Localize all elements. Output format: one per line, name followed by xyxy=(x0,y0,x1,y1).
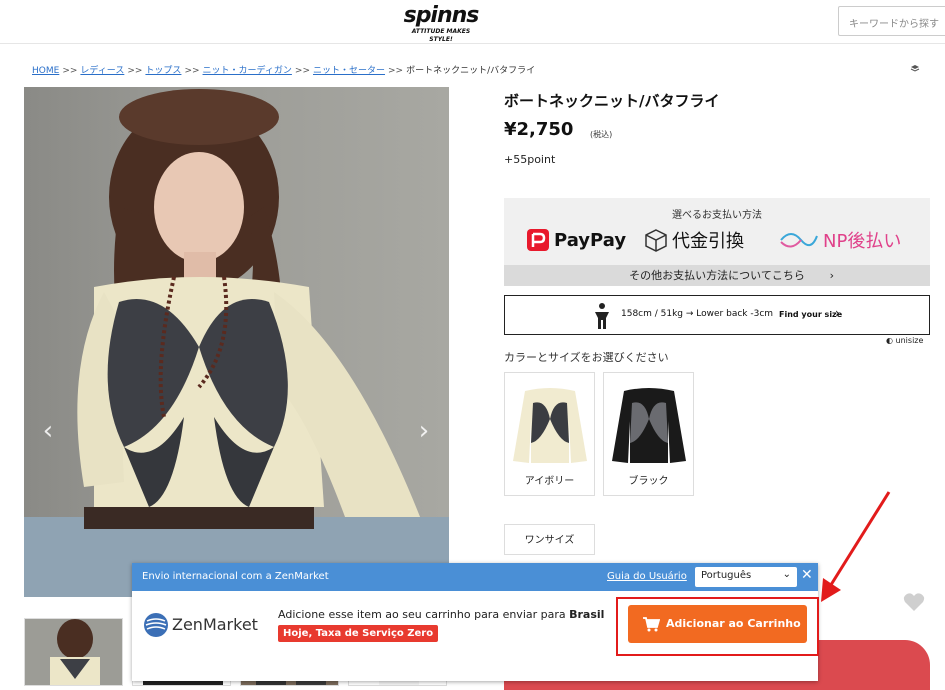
zenmarket-widget: Envio internacional com a ZenMarket Guia… xyxy=(132,563,819,681)
zero-fee-badge: Hoje, Taxa de Serviço Zero xyxy=(278,625,439,642)
chevron-right-icon: › xyxy=(829,269,834,282)
site-header: spinns ATTITUDE MAKES STYLE! キーワードから探す xyxy=(0,0,945,44)
site-logo[interactable]: spinns ATTITUDE MAKES STYLE! xyxy=(402,3,480,44)
paypay-icon xyxy=(527,229,549,251)
np-text: NP後払い xyxy=(823,231,902,252)
ivory-sweater-image xyxy=(513,388,587,463)
breadcrumb-separator: >> xyxy=(388,66,404,76)
person-icon xyxy=(595,303,609,329)
zenmarket-logo-icon xyxy=(144,613,168,637)
zenmarket-message: Adicione esse item ao seu carrinho para … xyxy=(278,608,604,621)
breadcrumb-tops[interactable]: トップス xyxy=(145,66,181,76)
breadcrumb-separator: >> xyxy=(184,66,200,76)
zenmarket-message-country: Brasil xyxy=(569,608,605,621)
product-main-photo[interactable]: ‹ › xyxy=(24,87,449,597)
breadcrumb-separator: >> xyxy=(294,66,310,76)
zenmarket-header: Envio internacional com a ZenMarket Guia… xyxy=(132,563,818,591)
cod-logo: 代金引換 xyxy=(644,228,744,252)
cod-text: 代金引換 xyxy=(672,231,744,252)
payment-methods-banner[interactable]: 選べるお支払い方法 PayPay 代金引換 NP後払い その他お支払い方法につい… xyxy=(504,198,930,286)
points-label: +55point xyxy=(504,153,556,166)
unisize-brand: ◐ unisize xyxy=(886,336,923,345)
breadcrumb-knit-sweater[interactable]: ニット・セーター xyxy=(313,66,385,76)
chevron-right-icon: › xyxy=(835,306,840,320)
breadcrumb-knit-cardigan[interactable]: ニット・カーディガン xyxy=(203,66,292,76)
other-payment-label: その他お支払い方法についてこちら xyxy=(629,269,805,282)
product-title: ボートネックニット/バタフライ xyxy=(504,92,720,110)
breadcrumb-separator: >> xyxy=(62,66,78,76)
black-sweater-image xyxy=(612,388,686,463)
color-swatch-black[interactable]: ブラック xyxy=(603,372,694,496)
logo-tagline: ATTITUDE MAKES STYLE! xyxy=(411,28,471,43)
unisize-brand-text: unisize xyxy=(895,336,924,345)
color-label-ivory: アイボリー xyxy=(524,476,575,487)
breadcrumb-home[interactable]: HOME xyxy=(32,66,59,76)
color-label-black: ブラック xyxy=(628,476,669,487)
model-photo-illustration xyxy=(24,89,449,597)
zenmarket-logo-text: ZenMarket xyxy=(172,615,258,634)
find-your-size-label: Find your size xyxy=(779,310,843,319)
breadcrumb-current: ボートネックニット/バタフライ xyxy=(406,66,536,76)
payment-heading: 選べるお支払い方法 xyxy=(672,210,762,221)
box-icon xyxy=(645,229,667,252)
thumbnail-image xyxy=(50,619,100,685)
size-option-one-size[interactable]: ワンサイズ xyxy=(504,524,595,555)
language-select[interactable]: Português ⌄ xyxy=(695,567,797,587)
color-swatch-ivory[interactable]: アイボリー xyxy=(504,372,595,496)
share-icon[interactable] xyxy=(910,64,920,72)
unisize-measurement: 158cm / 51kg → Lower back -3cm xyxy=(621,309,774,319)
logo-main: spinns xyxy=(403,3,480,28)
breadcrumb: HOME >> レディース >> トップス >> ニット・カーディガン >> ニット・セーター >… xyxy=(32,63,535,76)
thumbnail-1[interactable] xyxy=(24,618,123,686)
annotation-arrow xyxy=(821,491,891,602)
breadcrumb-separator: >> xyxy=(127,66,143,76)
search-input[interactable]: キーワードから探す xyxy=(838,6,945,36)
user-guide-link[interactable]: Guia do Usuário xyxy=(607,571,687,582)
zenmarket-message-text: Adicione esse item ao seu carrinho para … xyxy=(278,608,566,621)
np-logo: NP後払い xyxy=(779,228,901,252)
carousel-next-arrow[interactable]: › xyxy=(414,417,434,445)
tax-note: (税込) xyxy=(590,130,613,139)
carousel-prev-arrow[interactable]: ‹ xyxy=(38,417,58,445)
variant-label: カラーとサイズをお選びください xyxy=(504,351,669,364)
heart-icon[interactable] xyxy=(903,592,925,612)
product-price: ¥2,750 xyxy=(504,119,574,140)
close-icon[interactable]: ✕ xyxy=(801,567,813,583)
paypay-text: PayPay xyxy=(554,229,627,251)
unisize-find-size-bar[interactable]: 158cm / 51kg → Lower back -3cm Find your… xyxy=(504,295,930,335)
paypay-logo: PayPay xyxy=(526,228,626,252)
language-value: Português xyxy=(701,570,752,581)
np-ribbon-icon xyxy=(780,233,818,248)
unisize-mark-icon: ◐ xyxy=(886,336,893,345)
chevron-down-icon: ⌄ xyxy=(782,569,791,580)
breadcrumb-ladies[interactable]: レディース xyxy=(80,66,124,76)
other-payment-link[interactable]: その他お支払い方法についてこちら › xyxy=(504,265,930,286)
zenmarket-header-title: Envio internacional com a ZenMarket xyxy=(142,571,329,582)
cart-icon xyxy=(643,617,660,632)
